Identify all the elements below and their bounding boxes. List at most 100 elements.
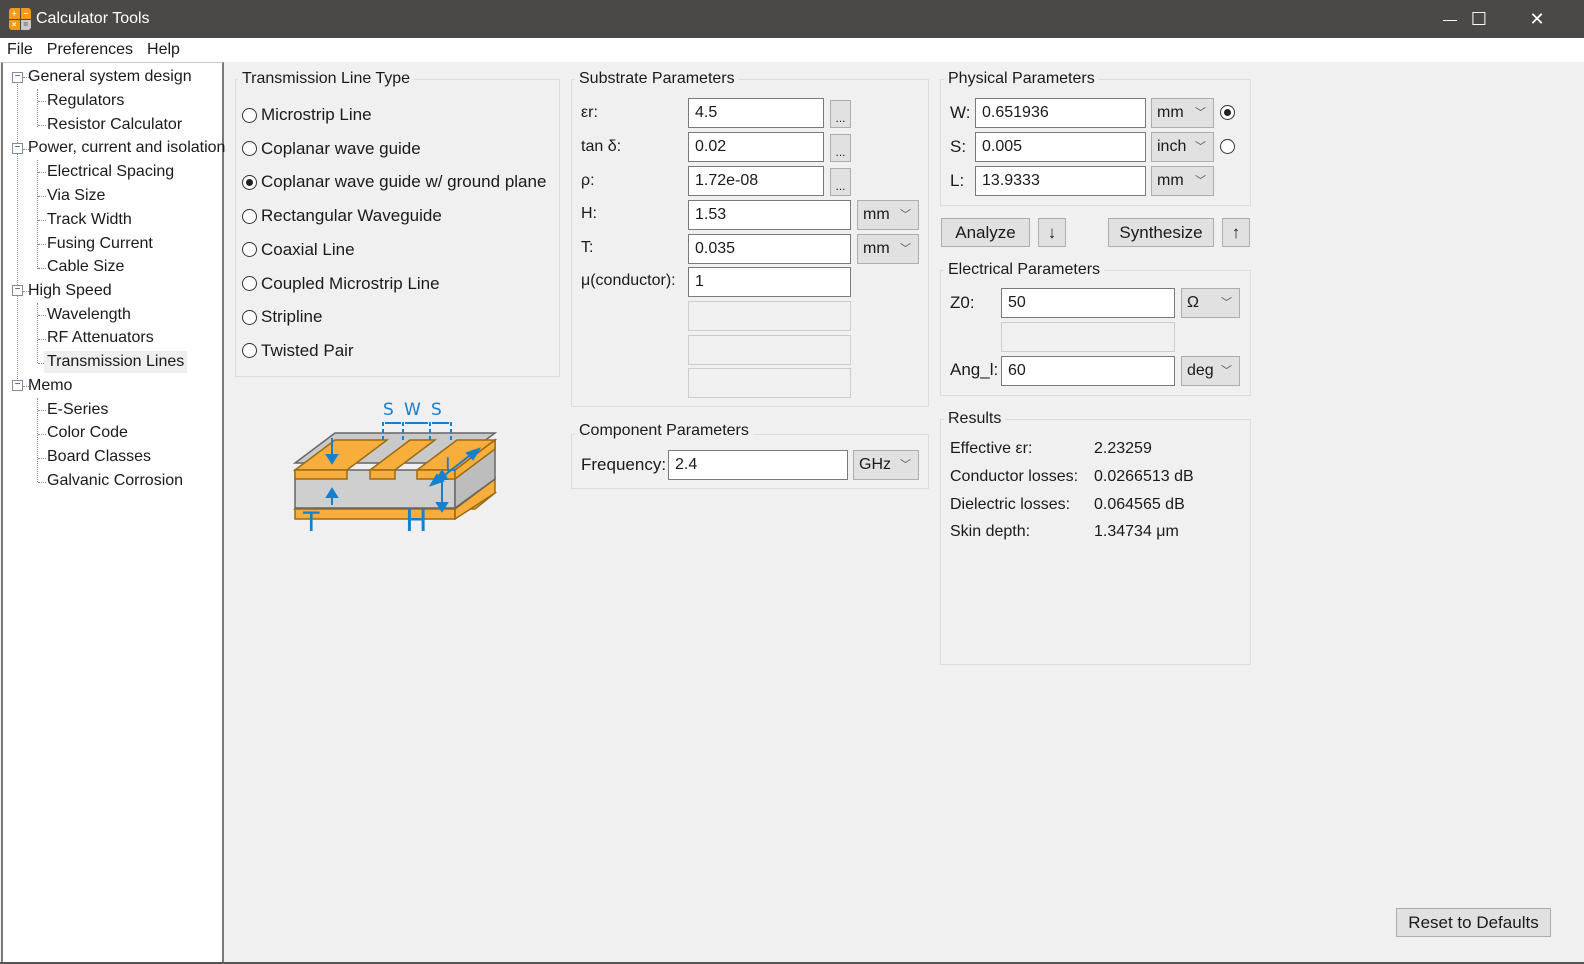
tree-item-fusing-current[interactable]: Fusing Current (47, 233, 153, 255)
tree-connector (37, 160, 38, 269)
tree-item-via-size[interactable]: Via Size (47, 185, 105, 207)
s-unit-value: inch (1157, 138, 1187, 155)
tree-group-memo[interactable]: Memo (28, 375, 72, 397)
disabled-field (688, 301, 851, 331)
tree-group-general[interactable]: General system design (28, 66, 192, 88)
ang-input[interactable]: 60 (1001, 356, 1175, 386)
tree-item-rf-attenuators[interactable]: RF Attenuators (47, 327, 154, 349)
result-label: Effective εr: (950, 440, 1033, 457)
result-label: Dielectric losses: (950, 496, 1071, 513)
tree-item-board-classes[interactable]: Board Classes (47, 446, 151, 468)
collapse-icon[interactable]: − (12, 72, 23, 83)
radio-button[interactable] (242, 174, 257, 190)
radio-button[interactable] (242, 107, 257, 123)
line-type-option[interactable]: Coplanar wave guide (242, 137, 421, 161)
close-button[interactable]: ✕ (1508, 0, 1566, 38)
tree-root-line (17, 81, 18, 387)
h-unit-select[interactable]: mm ﹀ (857, 200, 919, 230)
rho-browse-button[interactable]: ... (830, 168, 851, 196)
tree-item-galvanic-corrosion[interactable]: Galvanic Corrosion (47, 470, 183, 492)
ang-unit-select[interactable]: deg ﹀ (1181, 356, 1240, 386)
er-input[interactable]: 4.5 (688, 98, 824, 128)
radio-button[interactable] (242, 309, 257, 325)
result-value: 0.064565 dB (1094, 496, 1185, 513)
tree-group-high-speed[interactable]: High Speed (28, 280, 112, 302)
label-h: H (405, 504, 428, 539)
collapse-icon[interactable]: − (12, 380, 23, 391)
equals-glyph: = (20, 19, 31, 30)
tree-item-regulators[interactable]: Regulators (47, 90, 124, 112)
maximize-button[interactable]: ☐ (1450, 0, 1508, 38)
line-type-option-label: Coplanar wave guide w/ ground plane (261, 172, 547, 192)
collapse-icon[interactable]: − (12, 143, 23, 154)
line-type-option-label: Coaxial Line (261, 239, 355, 259)
menu-help[interactable]: Help (140, 41, 187, 59)
line-type-option[interactable]: Twisted Pair (242, 339, 354, 363)
tree-item-color-code[interactable]: Color Code (47, 422, 128, 444)
l-unit-select[interactable]: mm ﹀ (1151, 166, 1214, 196)
mu-input[interactable]: 1 (688, 267, 851, 297)
analyze-down-button[interactable]: ↓ (1038, 218, 1066, 247)
analyze-button[interactable]: Analyze (941, 218, 1030, 247)
tand-browse-button[interactable]: ... (830, 134, 851, 162)
t-unit-select[interactable]: mm ﹀ (857, 234, 919, 264)
z0-unit-value: Ω (1187, 294, 1199, 311)
tand-input[interactable]: 0.02 (688, 132, 824, 162)
line-type-option[interactable]: Coupled Microstrip Line (242, 272, 440, 296)
h-input[interactable]: 1.53 (688, 200, 851, 230)
line-type-option[interactable]: Microstrip Line (242, 103, 372, 127)
tree-connector (38, 410, 46, 411)
l-label: L: (950, 171, 965, 190)
s-synth-radio[interactable] (1220, 139, 1235, 154)
rho-input[interactable]: 1.72e-08 (688, 166, 824, 196)
arrow-down-icon: ↓ (1047, 223, 1057, 242)
synthesize-up-button[interactable]: ↑ (1222, 218, 1250, 247)
radio-button[interactable] (242, 208, 257, 224)
t-input[interactable]: 0.035 (688, 234, 851, 264)
reset-defaults-button[interactable]: Reset to Defaults (1396, 908, 1551, 937)
frequency-unit-select[interactable]: GHz ﹀ (853, 450, 919, 480)
tree-item-transmission-lines[interactable]: Transmission Lines (44, 351, 188, 373)
arrow-up-icon: ↑ (1231, 223, 1241, 242)
menu-preferences[interactable]: Preferences (40, 41, 140, 59)
left-ground-trace-front (294, 469, 348, 480)
line-type-option[interactable]: Rectangular Waveguide (242, 204, 442, 228)
menu-file[interactable]: File (0, 41, 40, 59)
er-browse-button[interactable]: ... (830, 100, 851, 128)
tree-item-cable-size[interactable]: Cable Size (47, 256, 124, 278)
tree-connector (38, 434, 46, 435)
tree-group-power[interactable]: Power, current and isolation (28, 137, 225, 159)
l-input[interactable]: 13.9333 (975, 166, 1146, 196)
h-label: H: (581, 205, 597, 222)
tree-item-resistor-calculator[interactable]: Resistor Calculator (47, 114, 182, 136)
w-unit-select[interactable]: mm ﹀ (1151, 98, 1214, 128)
line-type-option[interactable]: Coplanar wave guide w/ ground plane (242, 170, 546, 194)
s-input[interactable]: 0.005 (975, 132, 1146, 162)
tree-connector (37, 303, 38, 363)
ang-unit-value: deg (1187, 362, 1214, 379)
tree-item-track-width[interactable]: Track Width (47, 209, 132, 231)
disabled-field (1001, 322, 1175, 352)
chevron-down-icon: ﹀ (1195, 175, 1206, 187)
tree-connector (38, 339, 46, 340)
radio-button[interactable] (242, 276, 257, 291)
w-input[interactable]: 0.651936 (975, 98, 1146, 128)
w-synth-radio[interactable] (1220, 105, 1235, 120)
radio-button[interactable] (242, 242, 257, 258)
tree-item-wavelength[interactable]: Wavelength (47, 304, 131, 326)
result-label: Skin depth: (950, 523, 1031, 540)
z0-unit-select[interactable]: Ω ﹀ (1181, 288, 1240, 318)
collapse-icon[interactable]: − (12, 285, 23, 296)
s-unit-select[interactable]: inch ﹀ (1151, 132, 1214, 162)
tree-item-electrical-spacing[interactable]: Electrical Spacing (47, 161, 174, 183)
synthesize-button[interactable]: Synthesize (1108, 218, 1214, 247)
line-type-option[interactable]: Coaxial Line (242, 238, 355, 262)
z0-input[interactable]: 50 (1001, 288, 1175, 318)
radio-button[interactable] (242, 141, 257, 157)
label-w: W (404, 400, 421, 420)
line-type-option[interactable]: Stripline (242, 305, 322, 329)
chevron-down-icon: ﹀ (1195, 141, 1206, 153)
tree-item-e-series[interactable]: E-Series (47, 399, 108, 421)
radio-button[interactable] (242, 343, 257, 359)
frequency-input[interactable]: 2.4 (668, 450, 848, 480)
